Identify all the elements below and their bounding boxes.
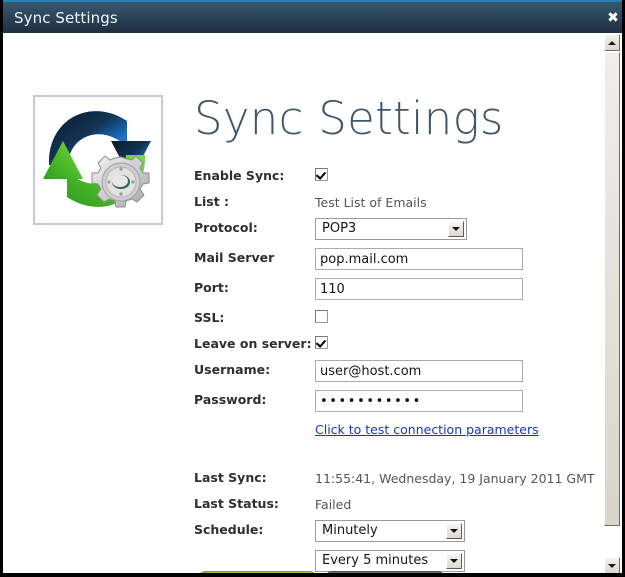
leave-on-server-label: Leave on server: xyxy=(194,336,312,351)
last-sync-label: Last Sync: xyxy=(194,470,267,485)
row-last-status: Last Status: Failed xyxy=(194,494,594,520)
save-button[interactable]: Save xyxy=(199,571,316,573)
row-list: List : Test List of Emails xyxy=(194,192,594,218)
form-spacer xyxy=(194,446,594,468)
username-input[interactable] xyxy=(315,360,523,382)
schedule-interval-value: Every 5 minutes xyxy=(322,553,429,568)
enable-sync-checkbox[interactable] xyxy=(315,168,328,181)
test-connection-link[interactable]: Click to test connection parameters xyxy=(315,422,539,437)
leave-on-server-checkbox[interactable] xyxy=(315,336,328,349)
row-protocol: Protocol: POP3 xyxy=(194,218,594,248)
protocol-select-value: POP3 xyxy=(322,221,357,236)
protocol-label: Protocol: xyxy=(194,220,258,235)
schedule-interval-select[interactable]: Every 5 minutes xyxy=(315,550,465,572)
row-password: Password: xyxy=(194,390,594,420)
protocol-select[interactable]: POP3 xyxy=(315,218,467,240)
row-ssl: SSL: xyxy=(194,308,594,334)
last-sync-value: 11:55:41, Wednesday, 19 January 2011 GMT xyxy=(315,471,595,486)
dialog-titlebar: Sync Settings ✖ xyxy=(3,0,622,33)
row-schedule-frequency: Schedule: Minutely xyxy=(194,520,594,550)
ssl-checkbox[interactable] xyxy=(315,310,328,323)
port-label: Port: xyxy=(194,280,229,295)
chevron-down-icon[interactable] xyxy=(446,523,462,539)
schedule-label: Schedule: xyxy=(194,522,264,537)
list-value: Test List of Emails xyxy=(315,195,427,210)
username-label: Username: xyxy=(194,362,271,377)
dialog-title: Sync Settings xyxy=(14,9,118,27)
close-icon[interactable]: ✖ xyxy=(605,10,621,26)
sync-settings-form: Enable Sync: List : Test List of Emails … xyxy=(194,166,595,573)
row-last-sync: Last Sync: 11:55:41, Wednesday, 19 Janua… xyxy=(194,468,595,494)
schedule-frequency-value: Minutely xyxy=(322,523,378,538)
password-input[interactable] xyxy=(315,390,523,412)
sync-arrows-gear-icon xyxy=(33,95,163,225)
dialog-content: Sync Settings Enable Sync: List : Test L… xyxy=(6,33,610,573)
enable-sync-label: Enable Sync: xyxy=(194,168,285,183)
row-port: Port: xyxy=(194,278,594,308)
chevron-down-icon[interactable] xyxy=(446,553,462,569)
mail-server-input[interactable] xyxy=(315,248,523,270)
row-schedule-interval: Every 5 minutes xyxy=(194,550,594,573)
page-title: Sync Settings xyxy=(194,92,504,145)
triangle-up-icon xyxy=(608,40,616,45)
row-mail-server: Mail Server xyxy=(194,248,594,278)
ssl-label: SSL: xyxy=(194,310,225,325)
vertical-scrollbar[interactable] xyxy=(603,34,620,573)
row-username: Username: xyxy=(194,360,594,390)
row-leave-on-server: Leave on server: xyxy=(194,334,594,360)
sync-settings-dialog: Sync Settings ✖ Sync Settings Enable Syn… xyxy=(0,0,625,577)
port-input[interactable] xyxy=(315,278,523,300)
row-test-link: Click to test connection parameters xyxy=(194,420,594,446)
scroll-down-button[interactable] xyxy=(604,557,620,573)
mail-server-label: Mail Server xyxy=(194,250,275,265)
password-label: Password: xyxy=(194,392,267,407)
triangle-down-icon xyxy=(608,563,616,568)
scrollbar-thumb[interactable] xyxy=(604,52,620,526)
scroll-up-button[interactable] xyxy=(604,34,620,51)
cancel-button[interactable]: Cancel xyxy=(326,571,444,573)
schedule-frequency-select[interactable]: Minutely xyxy=(315,520,465,542)
row-enable-sync: Enable Sync: xyxy=(194,166,594,192)
last-status-label: Last Status: xyxy=(194,496,279,511)
list-label: List : xyxy=(194,194,230,209)
chevron-down-icon[interactable] xyxy=(448,221,464,237)
last-status-value: Failed xyxy=(315,497,352,512)
scrollbar-track[interactable] xyxy=(604,51,620,557)
